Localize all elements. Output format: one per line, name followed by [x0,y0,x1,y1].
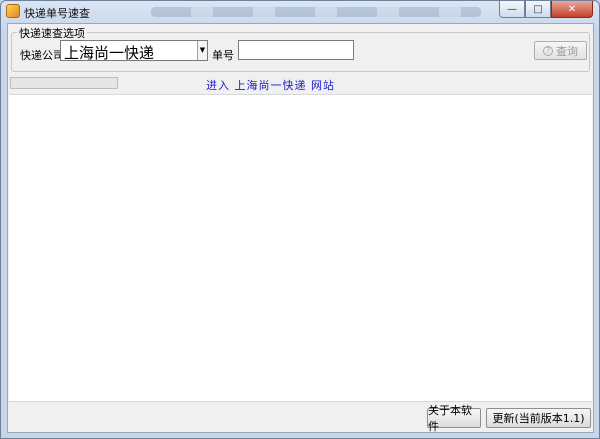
tracking-number-input[interactable] [238,40,354,60]
close-button[interactable]: ✕ [551,1,593,18]
title-bar[interactable]: 快递单号速查 — □ ✕ [1,1,599,23]
minimize-button[interactable]: — [499,1,525,18]
about-button-label: 关于本软件 [428,404,472,433]
query-options-group: 快递速查选项 快递公司 上海尚一快递 ▼ 单号 ? 查询 [11,25,590,72]
app-window: 快递单号速查 — □ ✕ 快递速查选项 快递公司 上海尚一快递 ▼ 单号 ? 查… [0,0,600,439]
group-legend: 快递速查选项 [17,25,87,41]
company-select[interactable]: 上海尚一快递 ▼ [60,40,208,62]
maximize-icon: □ [533,3,543,15]
update-button-label: 更新(当前版本1.1) [492,412,585,425]
window-title: 快递单号速查 [24,7,90,20]
help-icon: ? [543,45,553,56]
update-button[interactable]: 更新(当前版本1.1) [486,408,591,428]
query-button[interactable]: ? 查询 [534,41,587,60]
company-label: 快递公司 [20,49,64,62]
app-icon [6,4,20,18]
company-selected-value: 上海尚一快递 [64,44,155,62]
close-icon: ✕ [567,3,577,15]
chevron-down-icon[interactable]: ▼ [197,41,207,60]
taskbar-blur-overlay [151,7,481,17]
company-website-link[interactable]: 进入 上海尚一快递 网站 [206,77,335,93]
client-area: 快递速查选项 快递公司 上海尚一快递 ▼ 单号 ? 查询 进入 上海尚一快递 网… [7,23,594,433]
results-panel [9,94,592,402]
window-controls: — □ ✕ [499,1,593,18]
progress-bar [10,77,118,89]
minimize-icon: — [507,3,517,15]
about-button[interactable]: 关于本软件 [427,404,481,433]
maximize-button[interactable]: □ [525,1,551,18]
query-button-label: 查询 [556,44,578,58]
tracking-number-label: 单号 [212,49,234,62]
